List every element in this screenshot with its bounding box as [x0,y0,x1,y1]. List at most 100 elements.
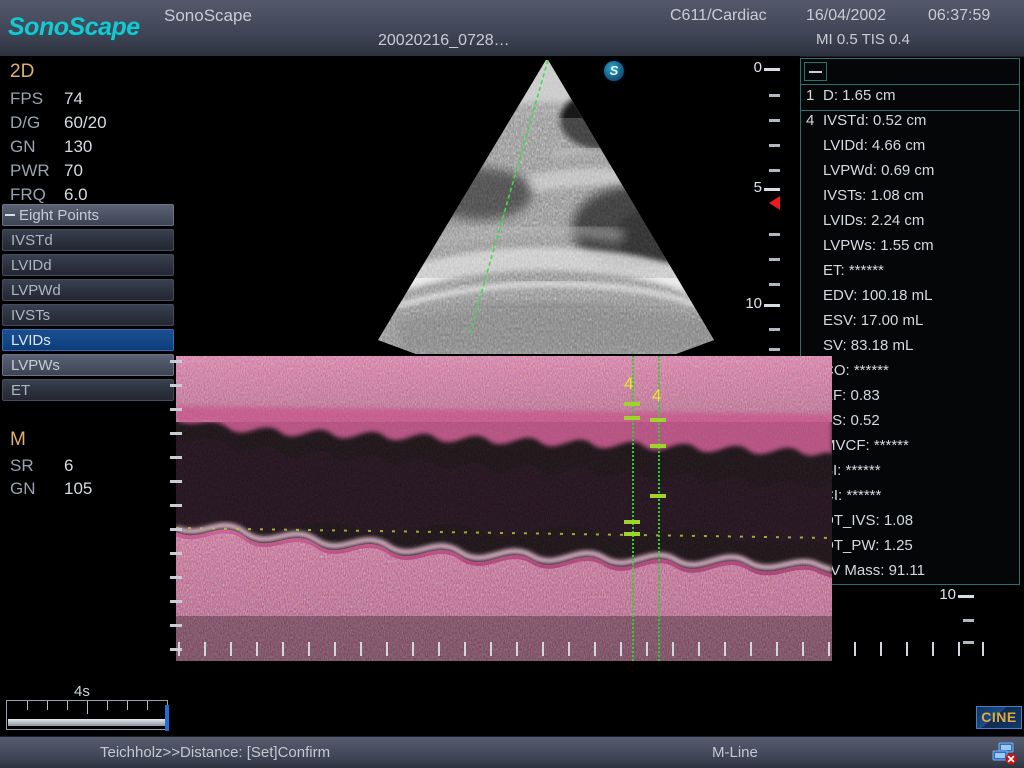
measure-item-lvpws[interactable]: LVPWs [2,354,174,376]
param-gn-value: 130 [64,137,93,156]
result-row: IVSTs: 1.08 cm [801,185,1019,210]
depth-tick-minor [769,258,780,261]
result-text: LV Mass: 91.11 [823,562,925,579]
result-row: DT_IVS: 1.08 [801,510,1019,535]
result-row: EDV: 100.18 mL [801,285,1019,310]
brand-label: SonoScape [164,6,252,25]
result-text: IVSTd: 0.52 cm [823,112,927,129]
caliper-label-2: 4 [652,386,662,405]
depth-tick-minor [769,119,780,122]
timeline-cursor[interactable] [165,705,169,731]
mm-depth-tick-minor [963,619,974,622]
measure-item-lvidd[interactable]: LVIDd [2,254,174,276]
result-row: CI: ****** [801,485,1019,510]
result-row: 4 IVSTd: 0.52 cm [801,110,1019,135]
param-fps-key: FPS [10,89,44,108]
depth-tick-minor [769,283,780,286]
result-row: SI: ****** [801,460,1019,485]
depth-tick-minor [769,328,780,331]
result-row: LVPWd: 0.69 cm [801,160,1019,185]
m-mode-time-ruler [176,642,986,664]
depth-tick-major [764,304,780,307]
param-frq-key: FRQ [10,185,46,204]
measure-item-label: LVIDd [11,257,52,274]
m-mode-render [176,356,832,661]
2d-bmode-image[interactable]: S [176,56,800,356]
sector-ultrasound-render [378,59,714,354]
measurement-results-panel[interactable]: 1 D: 1.65 cm 4 IVSTd: 0.52 cm LVIDd: 4.6… [800,58,1020,585]
depth-label-10: 10 [745,295,762,312]
left-parameter-panel: 2D FPS 74 D/G 60/20 GN 130 PWR 70 FRQ 6.… [0,56,176,676]
mm-depth-label-10: 10 [939,586,956,603]
param-sr-value: 6 [64,456,74,475]
caliper-mark [624,416,640,420]
mode-2d-title: 2D [10,61,35,82]
dash-icon [5,214,15,216]
result-text: SV: 83.18 mL [823,337,914,354]
param-fps-value: 74 [64,89,83,108]
result-row: DT_PW: 1.25 [801,535,1019,560]
param-pwr-key: PWR [10,161,50,180]
result-index: 4 [806,112,815,129]
caliper-mark [624,402,640,406]
m-mode-trace[interactable]: 4 4 [176,356,832,661]
results-panel-header [801,59,1019,85]
result-index: 1 [806,87,815,104]
depth-tick-minor [769,348,780,351]
param-m-gn-value: 105 [64,479,93,498]
cine-timeline-bar[interactable] [6,700,169,731]
measure-item-label: ET [11,382,31,399]
depth-scale-m-mode: 10 [930,585,1024,665]
param-gn-key: GN [10,137,36,156]
result-row: ESV: 17.00 mL [801,310,1019,335]
caliper-mark [650,494,666,498]
measure-item-label: Eight Points [19,207,100,224]
measure-item-et[interactable]: ET [2,379,174,401]
caliper-mark [650,444,666,448]
caliper-label-1: 4 [624,374,634,393]
bottom-status-bar: Teichholz>>Distance: [Set]Confirm M-Line [0,736,1024,768]
depth-tick-minor [769,169,780,172]
caliper-mark [650,418,666,422]
depth-tick-minor [769,144,780,147]
network-disconnected-icon[interactable] [992,741,1018,765]
m-mode-depth-ruler [170,356,186,661]
result-row: EF: 0.83 [801,385,1019,410]
date-label: 16/04/2002 [806,7,887,24]
measure-item-lvpwd[interactable]: LVPWd [2,279,174,301]
result-text: LVPWd: 0.69 cm [823,162,935,179]
minimize-icon[interactable] [804,62,827,81]
orientation-marker-icon: S [604,61,624,81]
focus-marker-icon[interactable] [769,196,780,210]
measure-item-label: LVPWs [11,357,60,374]
study-id-label: 20020216_0728… [378,32,510,49]
param-dg-value: 60/20 [64,113,107,132]
result-text: LVIDs: 2.24 cm [823,212,925,229]
depth-tick-major [764,188,780,191]
result-text: DT_PW: 1.25 [823,537,913,554]
mi-tis-label: MI 0.5 TIS 0.4 [816,31,910,48]
measure-item-eight-points[interactable]: Eight Points [2,204,174,226]
measure-item-lvids[interactable]: LVIDs [2,329,174,351]
depth-tick-minor [769,94,780,97]
param-pwr-value: 70 [64,161,83,180]
cine-button[interactable]: CINE [976,706,1022,729]
measure-item-ivstd[interactable]: IVSTd [2,229,174,251]
depth-label-5: 5 [753,179,762,196]
result-row: CO: ****** [801,360,1019,385]
param-m-gn-key: GN [10,479,36,498]
result-text: CO: ****** [823,362,889,379]
result-row: ET: ****** [801,260,1019,285]
result-text: EDV: 100.18 mL [823,287,933,304]
sonoscape-logo: SonoScape [8,13,140,41]
result-text: ESV: 17.00 mL [823,312,924,329]
result-text: D: 1.65 cm [823,87,896,104]
ultrasound-screen: SonoScape SonoScape 20020216_0728… C611/… [0,0,1024,768]
measure-item-ivsts[interactable]: IVSTs [2,304,174,326]
result-row: LVIDs: 2.24 cm [801,210,1019,235]
timeline-duration-label: 4s [74,683,90,700]
param-dg-key: D/G [10,113,41,132]
result-row: 1 D: 1.65 cm [801,85,1019,111]
result-row: LV Mass: 91.11 [801,560,1019,585]
mm-depth-tick-major [958,595,974,598]
